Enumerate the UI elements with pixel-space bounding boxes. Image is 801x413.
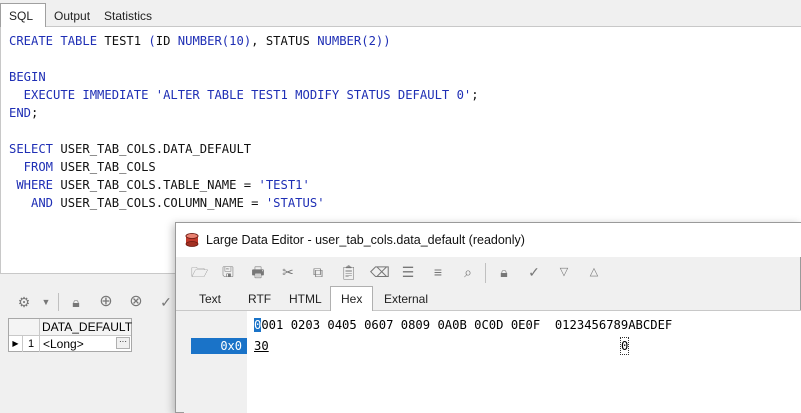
- code-token: BEGIN: [9, 70, 46, 84]
- code-token: 'STATUS': [265, 196, 325, 210]
- search-icon[interactable]: ⌕: [460, 264, 476, 280]
- lock-icon[interactable]: 🔒︎: [496, 264, 512, 280]
- hex-header-columns: 001 0203 0405 0607 0809 0A0B 0C0D 0E0F 0…: [261, 318, 673, 332]
- copy-icon[interactable]: ⧉: [310, 264, 326, 280]
- current-row-indicator-icon: ▶: [9, 336, 23, 352]
- next-down-icon[interactable]: ▽: [556, 264, 572, 280]
- tab-html[interactable]: HTML: [289, 291, 322, 307]
- tab-external[interactable]: External: [384, 291, 428, 307]
- grid-toolbar: ⚙ ▼ 🔒︎ ⊕ ⊗ ✓: [0, 286, 180, 318]
- print-icon[interactable]: 🖶︎: [250, 264, 266, 280]
- lock-icon[interactable]: 🔒︎: [68, 294, 84, 310]
- code-line: CREATE TABLE TEST1 (ID NUMBER(10), STATU…: [9, 32, 391, 50]
- code-token: USER_TAB_COLS.DATA_DEFAULT: [60, 142, 252, 156]
- dialog-title-bar[interactable]: Large Data Editor - user_tab_cols.data_d…: [176, 223, 801, 257]
- dropdown-arrow-icon[interactable]: ▼: [38, 294, 54, 310]
- large-data-editor-dialog: Large Data Editor - user_tab_cols.data_d…: [175, 222, 801, 413]
- toolbar-separator: [485, 263, 486, 283]
- tab-sql[interactable]: SQL: [0, 3, 46, 28]
- code-line: EXECUTE IMMEDIATE 'ALTER TABLE TEST1 MOD…: [9, 86, 479, 104]
- result-tabs: SQL Output Statistics: [0, 0, 801, 28]
- ok-check-icon[interactable]: ✓: [526, 264, 542, 280]
- code-token: 'TEST1': [258, 178, 310, 192]
- code-token: ID: [155, 34, 178, 48]
- hex-ascii[interactable]: 0: [619, 337, 630, 355]
- code-token: USER_TAB_COLS: [60, 160, 156, 174]
- code-line: BEGIN: [9, 68, 46, 86]
- tab-hex[interactable]: Hex: [330, 286, 374, 311]
- cell-data-default[interactable]: <Long>: [43, 336, 84, 352]
- code-token: NUMBER(10): [177, 34, 252, 48]
- save-icon[interactable]: 🖫︎: [220, 264, 236, 280]
- database-icon: [185, 233, 199, 247]
- splitter[interactable]: [0, 273, 180, 285]
- code-token: AND: [9, 196, 61, 210]
- code-token: CREATE TABLE: [9, 34, 105, 48]
- code-line: AND USER_TAB_COLS.COLUMN_NAME = 'STATUS': [9, 194, 325, 212]
- code-token: END: [9, 106, 32, 120]
- code-token: SELECT: [9, 142, 61, 156]
- code-token: USER_TAB_COLS.COLUMN_NAME =: [60, 196, 266, 210]
- word-wrap-icon[interactable]: ≡: [430, 264, 446, 280]
- code-line: FROM USER_TAB_COLS: [9, 158, 156, 176]
- code-token: EXECUTE IMMEDIATE: [9, 88, 156, 102]
- column-header-data-default[interactable]: DATA_DEFAULT: [42, 320, 132, 335]
- tab-text[interactable]: Text: [199, 291, 221, 307]
- results-grid: DATA_DEFAULT ▶ 1 <Long> ···: [8, 318, 132, 352]
- hex-row-address: 0x0: [191, 338, 247, 354]
- format-icon[interactable]: ☰: [400, 264, 416, 280]
- cell-edit-button[interactable]: ···: [116, 337, 130, 349]
- editor-mode-tabs: Text RTF HTML Hex External: [176, 286, 801, 311]
- hex-bytes[interactable]: 30: [254, 338, 269, 354]
- delete-record-icon[interactable]: ⊗: [128, 294, 144, 310]
- grid-corner[interactable]: [9, 319, 40, 335]
- code-token: (: [148, 34, 156, 48]
- code-token: WHERE: [9, 178, 61, 192]
- cut-icon[interactable]: ✂: [280, 264, 296, 280]
- tab-rtf[interactable]: RTF: [248, 291, 271, 307]
- hex-view[interactable]: 0 001 0203 0405 0607 0809 0A0B 0C0D 0E0F …: [184, 311, 801, 413]
- code-token: ;: [471, 88, 479, 102]
- code-token: ;: [31, 106, 39, 120]
- hex-column-header: 0001 0203 0405 0607 0809 0A0B 0C0D 0E0F …: [254, 317, 672, 333]
- clear-icon[interactable]: ⌫: [370, 264, 390, 280]
- toolbar-separator: [58, 293, 59, 311]
- paste-icon[interactable]: 📋︎: [340, 264, 358, 280]
- code-token: TEST1: [104, 34, 149, 48]
- code-line: END;: [9, 104, 38, 122]
- dialog-title: Large Data Editor - user_tab_cols.data_d…: [206, 233, 525, 247]
- add-record-icon[interactable]: ⊕: [98, 294, 114, 310]
- tab-output[interactable]: Output: [54, 6, 90, 27]
- code-token: NUMBER(2)): [317, 34, 391, 48]
- grid-options-icon[interactable]: ⚙: [16, 294, 32, 310]
- address-gutter: [184, 311, 247, 413]
- code-line: SELECT USER_TAB_COLS.DATA_DEFAULT: [9, 140, 251, 158]
- code-token: 'ALTER TABLE TEST1 MODIFY STATUS DEFAULT…: [155, 88, 472, 102]
- code-line: WHERE USER_TAB_COLS.TABLE_NAME = 'TEST1': [9, 176, 310, 194]
- open-folder-icon[interactable]: 🗁︎: [191, 264, 208, 280]
- code-token: , STATUS: [251, 34, 318, 48]
- code-token: FROM: [9, 160, 61, 174]
- table-row[interactable]: ▶ 1 <Long> ···: [9, 336, 131, 352]
- dialog-toolbar: 🗁︎ 🖫︎ 🖶︎ ✂ ⧉ 📋︎ ⌫ ☰ ≡ ⌕ 🔒︎ ✓ ▽ △: [176, 257, 801, 287]
- row-number: 1: [23, 336, 40, 352]
- grid-header: DATA_DEFAULT: [9, 319, 132, 336]
- code-token: USER_TAB_COLS.TABLE_NAME =: [60, 178, 259, 192]
- previous-up-icon[interactable]: △: [586, 264, 602, 280]
- tab-statistics[interactable]: Statistics: [104, 6, 152, 27]
- post-changes-icon[interactable]: ✓: [158, 294, 174, 310]
